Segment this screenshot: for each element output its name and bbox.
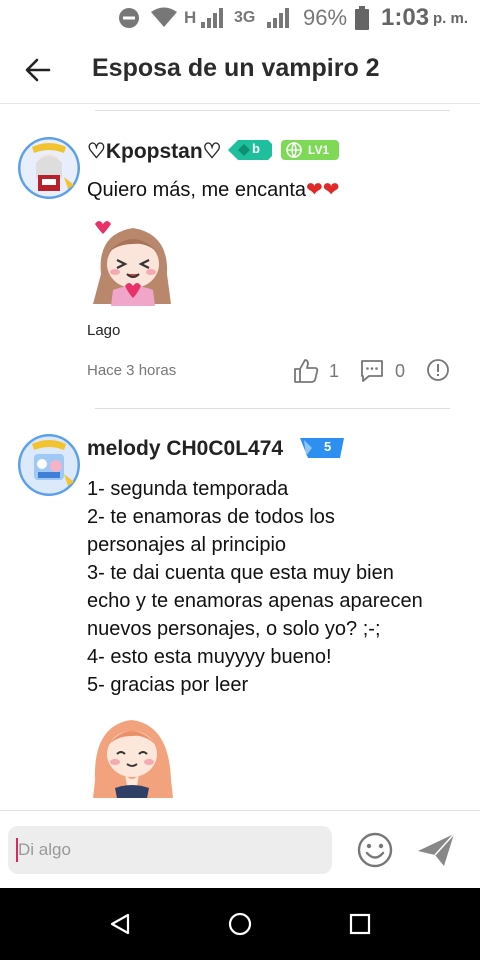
triangle-back-icon bbox=[110, 913, 130, 935]
send-button[interactable] bbox=[416, 831, 456, 869]
comment-text: 1- segunda temporada 2- te enamoras de t… bbox=[87, 475, 423, 699]
signal-icon bbox=[266, 0, 292, 36]
clock-time: 1:03 bbox=[381, 4, 430, 31]
level-badge: LV1 bbox=[281, 140, 339, 160]
system-navigation-bar bbox=[0, 888, 480, 960]
reputation-badge: b bbox=[228, 140, 272, 160]
nav-back-button[interactable] bbox=[100, 904, 140, 944]
circle-home-icon bbox=[228, 912, 252, 936]
nav-recents-button[interactable] bbox=[340, 904, 380, 944]
network-type-3g: 3G bbox=[234, 9, 256, 26]
sticker-image[interactable] bbox=[87, 214, 177, 306]
avatar[interactable] bbox=[18, 434, 80, 496]
reply-button[interactable]: 0 bbox=[359, 358, 405, 384]
globe-icon bbox=[286, 142, 302, 159]
level-label: LV1 bbox=[308, 143, 330, 157]
reputation-value: b bbox=[252, 141, 260, 156]
app-header: Esposa de un vampiro 2 bbox=[0, 36, 480, 104]
comment-line: 5- gracias por leer bbox=[87, 674, 249, 696]
avatar[interactable] bbox=[18, 137, 80, 199]
comment-body: Quiero más, me encanta bbox=[87, 179, 306, 201]
sticker-image[interactable] bbox=[87, 710, 177, 798]
smiley-icon bbox=[357, 832, 393, 868]
text-cursor bbox=[16, 838, 18, 862]
reputation-value: 5 bbox=[324, 439, 332, 454]
alert-icon bbox=[427, 359, 449, 381]
square-recents-icon bbox=[349, 913, 371, 935]
comment-line: 1- segunda temporada bbox=[87, 478, 289, 500]
arrow-left-icon bbox=[25, 58, 51, 82]
like-count: 1 bbox=[329, 360, 340, 381]
send-icon bbox=[418, 833, 455, 866]
chat-bubble-icon bbox=[361, 360, 383, 382]
comment-username[interactable]: ♡Kpopstan♡ bbox=[87, 139, 221, 164]
comment-text: Quiero más, me encanta❤❤ bbox=[87, 176, 340, 204]
comment-line: 2- te enamoras de todos los bbox=[87, 506, 335, 528]
comment-line: personajes al principio bbox=[87, 534, 287, 556]
comment-timestamp: Hace 3 horas bbox=[87, 362, 177, 379]
reputation-badge: 5 bbox=[300, 438, 344, 458]
battery-percent: 96% bbox=[303, 5, 348, 30]
comment-input[interactable] bbox=[8, 826, 332, 874]
comment-line: 4- esto esta muyyyy bueno! bbox=[87, 646, 332, 668]
divider bbox=[95, 110, 450, 111]
nav-home-button[interactable] bbox=[220, 904, 260, 944]
clock-ampm: p. m. bbox=[433, 9, 469, 27]
wifi-icon bbox=[150, 0, 178, 36]
divider bbox=[95, 408, 450, 409]
do-not-disturb-icon bbox=[118, 0, 140, 36]
comment-line: echo y te enamoras apenas aparecen bbox=[87, 590, 423, 612]
heart-emoji: ❤❤ bbox=[306, 179, 340, 201]
report-button[interactable] bbox=[426, 358, 450, 382]
like-button[interactable]: 1 bbox=[293, 358, 339, 384]
battery-icon bbox=[355, 0, 369, 36]
comment-line: nuevos personajes, o solo yo? ;-; bbox=[87, 618, 381, 640]
comment-username[interactable]: melody CH0C0L474 bbox=[87, 437, 283, 461]
comment-line: 3- te dai cuenta que esta muy bien bbox=[87, 562, 394, 584]
sticker-label: Lago bbox=[87, 322, 121, 339]
back-button[interactable] bbox=[18, 50, 58, 90]
network-type-h: H bbox=[184, 8, 197, 27]
comment-composer bbox=[0, 810, 480, 888]
reply-count: 0 bbox=[395, 360, 406, 381]
signal-icon bbox=[200, 0, 226, 36]
status-bar: H 3G 96% 1:03 p. m. bbox=[0, 0, 480, 36]
thumbs-up-icon bbox=[294, 359, 319, 383]
page-title: Esposa de un vampiro 2 bbox=[92, 54, 380, 82]
emoji-button[interactable] bbox=[356, 831, 394, 869]
